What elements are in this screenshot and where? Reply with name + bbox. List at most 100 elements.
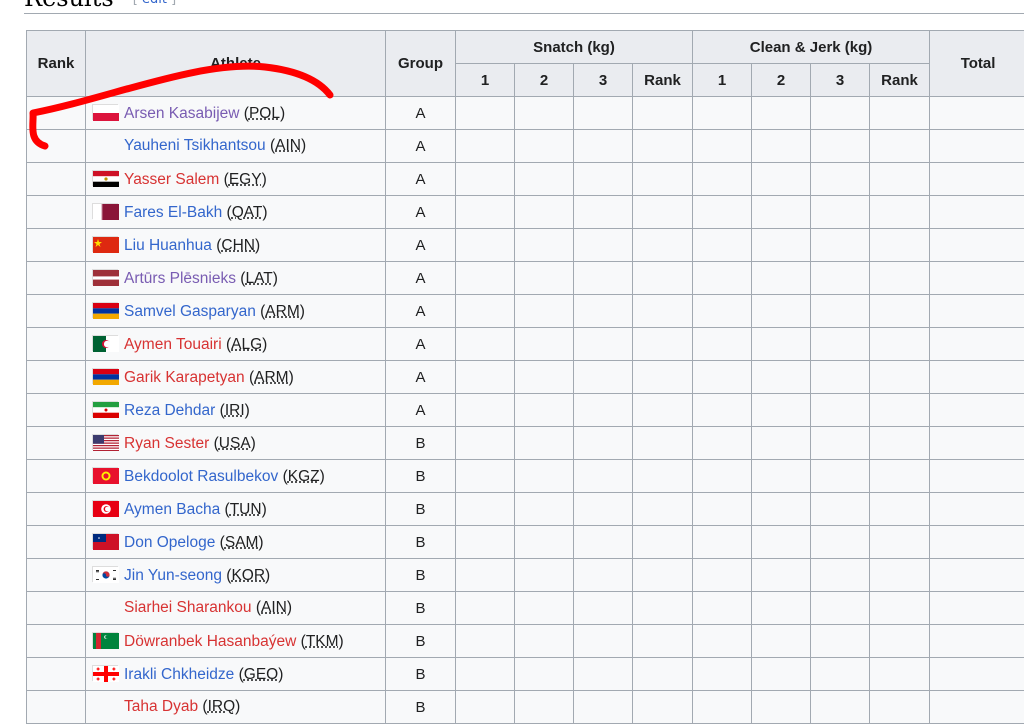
attempt-cell	[515, 97, 574, 130]
header-total: Total	[930, 31, 1024, 97]
noc-abbr: EGY	[229, 171, 262, 188]
athlete-name-link[interactable]: Aymen Touairi	[124, 336, 222, 353]
attempt-cell	[515, 592, 574, 625]
header-snatch-2: 2	[515, 64, 574, 97]
noc-abbr: ALG	[231, 336, 262, 353]
table-row: Irakli Chkheidze (GEO)B	[27, 658, 1024, 691]
attempt-cell	[456, 262, 515, 295]
attempt-cell	[693, 592, 752, 625]
noc-abbr: ARM	[254, 369, 288, 386]
attempt-cell	[574, 130, 633, 163]
group-cell: B	[386, 427, 456, 460]
athlete-cell: Yasser Salem (EGY)	[86, 163, 386, 196]
attempt-cell	[633, 427, 693, 460]
attempt-cell	[574, 427, 633, 460]
attempt-cell	[633, 625, 693, 658]
attempt-cell	[633, 526, 693, 559]
athlete-name-link[interactable]: Yasser Salem	[124, 171, 219, 188]
attempt-cell	[693, 427, 752, 460]
athlete-name-link[interactable]: Fares El-Bakh	[124, 204, 222, 221]
attempt-cell	[456, 427, 515, 460]
attempt-cell	[752, 262, 811, 295]
noc-abbr: GEO	[244, 666, 278, 683]
group-cell: A	[386, 394, 456, 427]
noc-abbr: AIN	[275, 137, 301, 154]
athlete-name-link[interactable]: Liu Huanhua	[124, 237, 212, 254]
attempt-cell	[693, 394, 752, 427]
attempt-cell	[515, 229, 574, 262]
attempt-cell	[574, 691, 633, 724]
noc-code: (GEO)	[239, 666, 284, 683]
total-cell	[930, 493, 1024, 526]
attempt-cell	[515, 130, 574, 163]
algeria-flag	[92, 335, 118, 351]
attempt-cell	[633, 295, 693, 328]
header-snatch-3: 3	[574, 64, 633, 97]
armenia-flag	[92, 302, 118, 318]
attempt-cell	[633, 691, 693, 724]
rank-cell	[27, 361, 86, 394]
athlete-name-link[interactable]: Irakli Chkheidze	[124, 666, 234, 683]
attempt-cell	[811, 691, 870, 724]
no-flag-placeholder	[92, 137, 118, 153]
athlete-name-link[interactable]: Artūrs Plēsnieks	[124, 270, 236, 287]
attempt-cell	[870, 130, 930, 163]
athlete-name-link[interactable]: Don Opeloge	[124, 534, 215, 551]
athlete-name-link[interactable]: Reza Dehdar	[124, 402, 215, 419]
table-row: Bekdoolot Rasulbekov (KGZ)B	[27, 460, 1024, 493]
athlete-name-link[interactable]: Siarhei Sharankou	[124, 599, 252, 616]
table-row: Siarhei Sharankou (AIN)B	[27, 592, 1024, 625]
attempt-cell	[693, 262, 752, 295]
edit-link-wrapper: [ edit ]	[133, 0, 176, 7]
no-flag-placeholder	[92, 698, 118, 714]
attempt-cell	[870, 262, 930, 295]
attempt-cell	[515, 691, 574, 724]
attempt-cell	[811, 295, 870, 328]
header-clean-jerk: Clean & Jerk (kg)	[693, 31, 930, 64]
results-table: Rank Athlete Group Snatch (kg) Clean & J…	[26, 30, 1024, 724]
group-cell: A	[386, 163, 456, 196]
attempt-cell	[515, 328, 574, 361]
athlete-name-link[interactable]: Samvel Gasparyan	[124, 303, 256, 320]
attempt-cell	[693, 361, 752, 394]
athlete-name-link[interactable]: Döwranbek Hasanbaýew	[124, 633, 296, 650]
athlete-name-link[interactable]: Ryan Sester	[124, 435, 209, 452]
attempt-cell	[752, 559, 811, 592]
total-cell	[930, 262, 1024, 295]
athlete-name-link[interactable]: Jin Yun-seong	[124, 567, 222, 584]
athlete-cell: Fares El-Bakh (QAT)	[86, 196, 386, 229]
attempt-cell	[870, 559, 930, 592]
attempt-cell	[752, 97, 811, 130]
attempt-cell	[693, 229, 752, 262]
attempt-cell	[693, 97, 752, 130]
attempt-cell	[574, 526, 633, 559]
athlete-name-link[interactable]: Aymen Bacha	[124, 501, 220, 518]
china-flag	[92, 236, 118, 252]
table-row: Jin Yun-seong (KOR)B	[27, 559, 1024, 592]
usa-flag	[92, 434, 118, 450]
attempt-cell	[633, 394, 693, 427]
attempt-cell	[870, 592, 930, 625]
attempt-cell	[633, 163, 693, 196]
attempt-cell	[811, 592, 870, 625]
group-cell: A	[386, 97, 456, 130]
athlete-name-link[interactable]: Yauheni Tsikhantsou	[124, 137, 266, 154]
attempt-cell	[633, 658, 693, 691]
attempt-cell	[456, 691, 515, 724]
attempt-cell	[633, 262, 693, 295]
total-cell	[930, 460, 1024, 493]
edit-link[interactable]: edit	[142, 0, 167, 7]
noc-abbr: USA	[219, 435, 251, 452]
noc-abbr: KOR	[231, 567, 265, 584]
athlete-name-link[interactable]: Arsen Kasabijew	[124, 105, 239, 122]
attempt-cell	[456, 295, 515, 328]
rank-cell	[27, 163, 86, 196]
athlete-name-link[interactable]: Garik Karapetyan	[124, 369, 245, 386]
noc-abbr: IRI	[225, 402, 245, 419]
attempt-cell	[870, 658, 930, 691]
group-cell: A	[386, 130, 456, 163]
athlete-name-link[interactable]: Bekdoolot Rasulbekov	[124, 468, 278, 485]
header-group: Group	[386, 31, 456, 97]
table-row: Aymen Bacha (TUN)B	[27, 493, 1024, 526]
group-cell: B	[386, 526, 456, 559]
